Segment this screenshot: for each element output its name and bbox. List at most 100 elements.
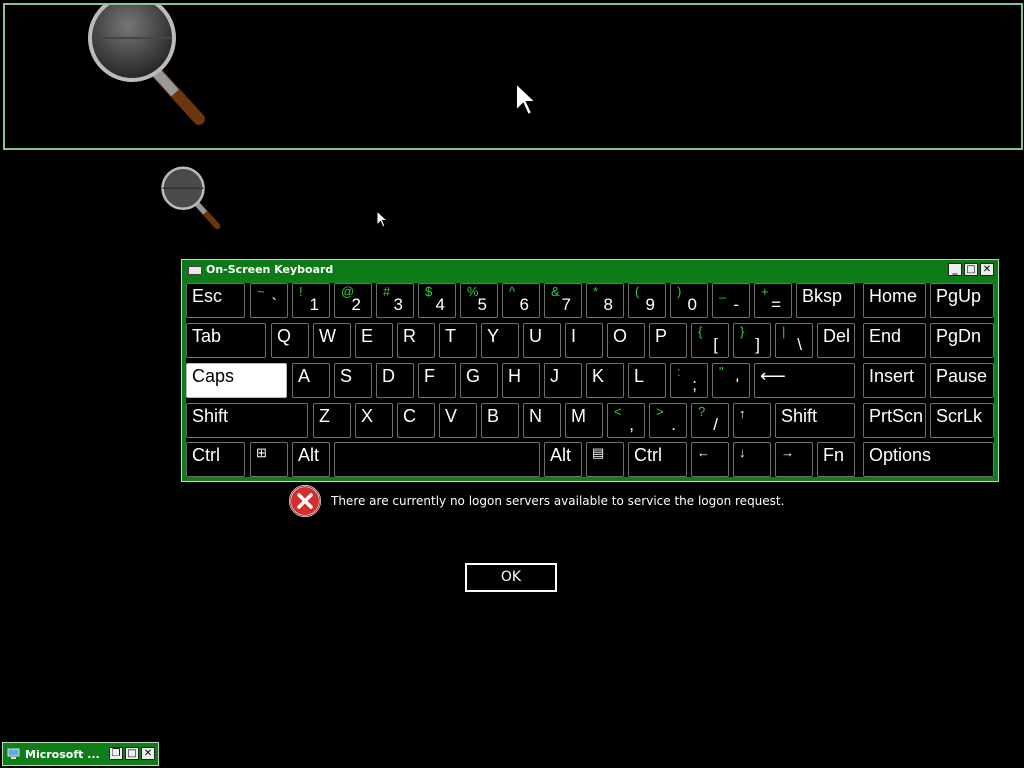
key-prtscn[interactable]: PrtScn xyxy=(863,403,926,438)
key-shift-left[interactable]: Shift xyxy=(186,403,308,438)
magnifier-icon-small xyxy=(161,166,221,230)
key-3[interactable]: #3 xyxy=(376,283,414,318)
key-w[interactable]: W xyxy=(313,323,351,358)
minimize-button[interactable]: _ xyxy=(948,263,962,276)
key-pgup[interactable]: PgUp xyxy=(930,283,994,318)
key-period[interactable]: >. xyxy=(649,403,687,438)
key-caps[interactable]: Caps xyxy=(186,363,287,398)
key-end[interactable]: End xyxy=(863,323,926,358)
key-quote[interactable]: " ' xyxy=(712,363,750,398)
key-alt-right[interactable]: Alt xyxy=(544,442,582,477)
key-b[interactable]: B xyxy=(481,403,519,438)
minimized-window-microsoft[interactable]: Microsoft ... ❐ □ ✕ xyxy=(2,742,159,766)
keyboard-area: Esc ~ ` ! 1 @2 #3 $4 % 5 ^ 6 & 7 * 8 (9 ) 0 _ - … xyxy=(186,283,994,477)
key-ctrl-right[interactable]: Ctrl xyxy=(628,442,687,477)
key-tab[interactable]: Tab xyxy=(186,323,266,358)
key-v[interactable]: V xyxy=(439,403,477,438)
restore-button[interactable]: ❐ xyxy=(109,747,123,760)
key-up-arrow[interactable]: ↑ xyxy=(733,403,771,438)
key-c[interactable]: C xyxy=(397,403,435,438)
key-slash[interactable]: ? / xyxy=(691,403,729,438)
error-icon xyxy=(289,485,321,517)
close-button[interactable]: ✕ xyxy=(980,263,994,276)
key-menu[interactable]: ▤ xyxy=(586,442,624,477)
maximize-button[interactable]: □ xyxy=(125,747,139,760)
key-2[interactable]: @2 xyxy=(334,283,372,318)
error-message: There are currently no logon servers ava… xyxy=(331,494,785,508)
key-0[interactable]: ) 0 xyxy=(670,283,708,318)
key-minus[interactable]: _ - xyxy=(712,283,750,318)
key-backspace[interactable]: Bksp xyxy=(796,283,855,318)
osk-title-bar[interactable]: On-Screen Keyboard _ □ ✕ xyxy=(182,260,998,280)
key-1[interactable]: ! 1 xyxy=(292,283,330,318)
computer-icon xyxy=(7,748,20,759)
key-r[interactable]: R xyxy=(397,323,435,358)
key-k[interactable]: K xyxy=(586,363,624,398)
key-right-arrow[interactable]: → xyxy=(775,442,813,477)
key-comma[interactable]: <, xyxy=(607,403,645,438)
key-i[interactable]: I xyxy=(565,323,603,358)
key-t[interactable]: T xyxy=(439,323,477,358)
key-fn[interactable]: Fn xyxy=(817,442,855,477)
key-f[interactable]: F xyxy=(418,363,456,398)
windows-logo-icon: ⊞ xyxy=(256,445,267,460)
key-scrlk[interactable]: ScrLk xyxy=(930,403,994,438)
key-5[interactable]: % 5 xyxy=(460,283,498,318)
key-9[interactable]: (9 xyxy=(628,283,666,318)
key-open-bracket[interactable]: {[ xyxy=(691,323,729,358)
key-x[interactable]: X xyxy=(355,403,393,438)
key-4[interactable]: $4 xyxy=(418,283,456,318)
close-button[interactable]: ✕ xyxy=(141,747,155,760)
key-m[interactable]: M xyxy=(565,403,603,438)
key-backslash[interactable]: | \ xyxy=(775,323,813,358)
maximize-button[interactable]: □ xyxy=(964,263,978,276)
mouse-cursor-small-icon xyxy=(376,210,389,228)
key-home[interactable]: Home xyxy=(863,283,926,318)
key-6[interactable]: ^ 6 xyxy=(502,283,540,318)
key-semicolon[interactable]: :; xyxy=(670,363,708,398)
key-shift-right[interactable]: Shift xyxy=(775,403,855,438)
on-screen-keyboard-window: On-Screen Keyboard _ □ ✕ Esc ~ ` ! 1 @2 #3… xyxy=(181,259,999,482)
key-7[interactable]: & 7 xyxy=(544,283,582,318)
key-h[interactable]: H xyxy=(502,363,540,398)
key-y[interactable]: Y xyxy=(481,323,519,358)
key-ctrl-left[interactable]: Ctrl xyxy=(186,442,245,477)
key-left-arrow[interactable]: ← xyxy=(691,442,729,477)
key-alt-left[interactable]: Alt xyxy=(292,442,330,477)
magnifier-view xyxy=(3,3,1023,150)
key-p[interactable]: P xyxy=(649,323,687,358)
key-o[interactable]: O xyxy=(607,323,645,358)
key-insert[interactable]: Insert xyxy=(863,363,926,398)
key-windows[interactable]: ⊞ xyxy=(250,442,288,477)
key-options[interactable]: Options xyxy=(863,442,994,477)
key-esc[interactable]: Esc xyxy=(186,283,245,318)
menu-icon: ▤ xyxy=(592,445,605,460)
key-l[interactable]: L xyxy=(628,363,666,398)
key-down-arrow[interactable]: ↓ xyxy=(733,442,771,477)
key-s[interactable]: S xyxy=(334,363,372,398)
key-space[interactable] xyxy=(334,442,540,477)
taskbar-window-title: Microsoft ... xyxy=(25,748,100,761)
ok-button[interactable]: OK xyxy=(465,563,557,592)
key-enter[interactable]: ⟵ xyxy=(754,363,855,398)
key-g[interactable]: G xyxy=(460,363,498,398)
key-e[interactable]: E xyxy=(355,323,393,358)
key-equals[interactable]: + = xyxy=(754,283,792,318)
key-pgdn[interactable]: PgDn xyxy=(930,323,994,358)
key-a[interactable]: A xyxy=(292,363,330,398)
mouse-cursor-icon xyxy=(515,81,539,117)
key-q[interactable]: Q xyxy=(271,323,309,358)
magnifier-icon xyxy=(88,5,205,125)
key-del[interactable]: Del xyxy=(817,323,855,358)
key-close-bracket[interactable]: }] xyxy=(733,323,771,358)
key-u[interactable]: U xyxy=(523,323,561,358)
key-n[interactable]: N xyxy=(523,403,561,438)
key-j[interactable]: J xyxy=(544,363,582,398)
key-backtick[interactable]: ~ ` xyxy=(250,283,288,318)
osk-title: On-Screen Keyboard xyxy=(206,263,334,276)
key-z[interactable]: Z xyxy=(313,403,351,438)
keyboard-icon xyxy=(188,266,202,275)
key-d[interactable]: D xyxy=(376,363,414,398)
key-8[interactable]: * 8 xyxy=(586,283,624,318)
key-pause[interactable]: Pause xyxy=(930,363,994,398)
